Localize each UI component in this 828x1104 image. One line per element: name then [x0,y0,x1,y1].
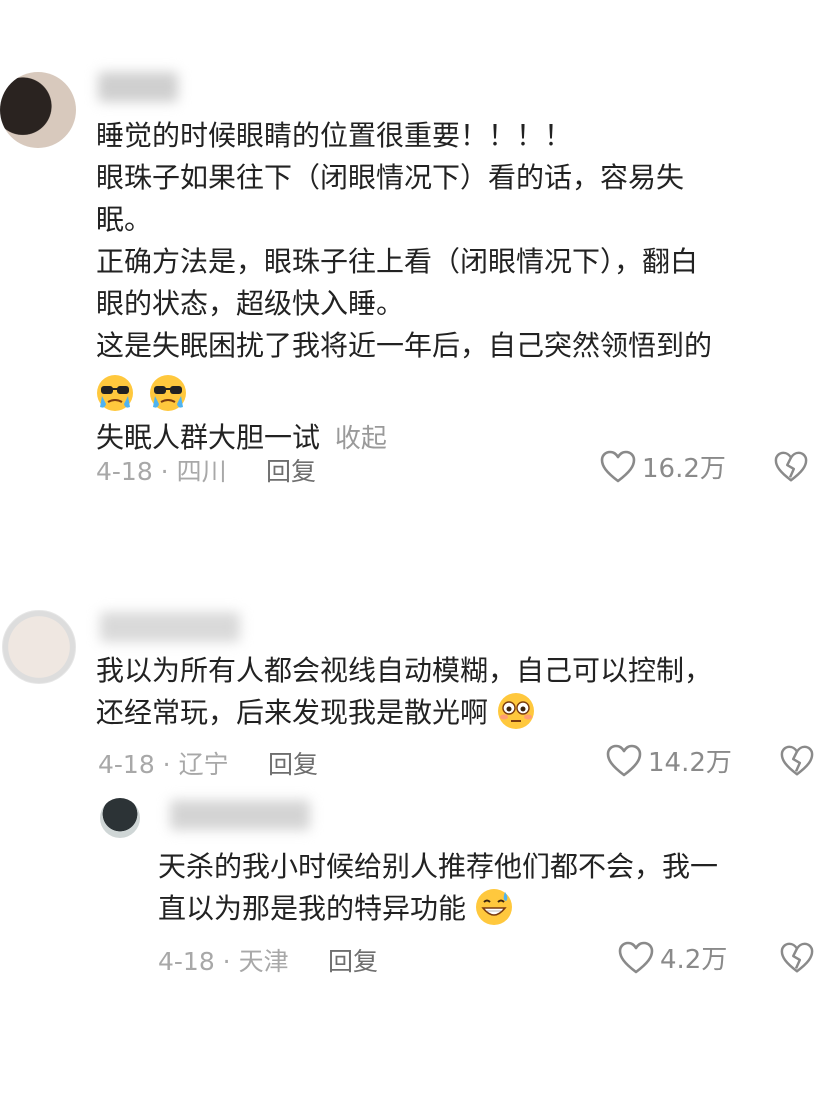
dislike-button[interactable] [780,941,814,975]
comment-1: 睡觉的时候眼睛的位置很重要！！！！ 眼珠子如果往下（闭眼情况下）看的话，容易失 … [0,0,828,520]
username-blurred[interactable] [170,800,310,830]
heart-icon [606,744,642,776]
avatar[interactable] [100,798,140,838]
grinning-sweat-emoji [475,889,512,925]
emoji-row [96,367,816,417]
reply-button[interactable]: 回复 [268,745,318,781]
heart-icon [618,941,654,973]
like-button[interactable]: 16.2万 [600,448,726,485]
cool-crying-emoji [97,375,133,411]
like-button[interactable]: 14.2万 [606,742,732,779]
comment-line-last: 直以为那是我的特异功能 [158,888,818,930]
like-count: 4.2万 [660,945,728,975]
cool-crying-emoji [149,375,186,411]
comment-line: 这是失眠困扰了我将近一年后，自己突然领悟到的 [96,329,713,362]
avatar[interactable] [0,72,76,148]
like-count: 16.2万 [642,454,726,484]
avatar[interactable] [2,610,76,684]
dislike-button[interactable] [780,744,814,778]
comment-line: 眼的状态，超级快入睡。 [96,287,405,320]
comment-line: 眼珠子如果往下（闭眼情况下）看的话，容易失 [96,161,685,194]
comment-text: 我以为所有人都会视线自动模糊，自己可以控制， 还经常玩，后来发现我是散光啊 [96,650,816,734]
comment-line: 正确方法是，眼珠子往上看（闭眼情况下），翻白 [96,245,699,278]
date-location: 4-18 · 四川 [96,457,227,486]
comment-line: 眠。 [96,203,153,236]
comment-line: 还经常玩，后来发现我是散光啊 [96,696,489,729]
like-count: 14.2万 [648,748,732,778]
comment-line: 天杀的我小时候给别人推荐他们都不会，我一 [158,850,719,883]
flushed-face-emoji [497,693,534,729]
comment-line: 失眠人群大胆一试 [96,421,321,454]
date-location: 4-18 · 天津 [158,947,289,976]
comment-text: 天杀的我小时候给别人推荐他们都不会，我一 直以为那是我的特异功能 [158,846,818,930]
comment-line: 睡觉的时候眼睛的位置很重要！！！！ [96,119,573,152]
comment-line: 我以为所有人都会视线自动模糊，自己可以控制， [96,654,713,687]
collapse-button[interactable]: 收起 [335,424,387,454]
reply-button[interactable]: 回复 [266,452,316,488]
username-blurred[interactable] [100,612,240,642]
date-location: 4-18 · 辽宁 [98,750,229,779]
comment-line-last: 还经常玩，后来发现我是散光啊 [96,692,816,734]
reply-button[interactable]: 回复 [328,942,378,978]
dislike-button[interactable] [774,450,808,484]
comment-text: 睡觉的时候眼睛的位置很重要！！！！ 眼珠子如果往下（闭眼情况下）看的话，容易失 … [96,115,816,460]
username-blurred[interactable] [98,72,178,102]
like-button[interactable]: 4.2万 [618,939,727,976]
heart-icon [600,450,636,482]
comment-line: 直以为那是我的特异功能 [158,892,467,925]
